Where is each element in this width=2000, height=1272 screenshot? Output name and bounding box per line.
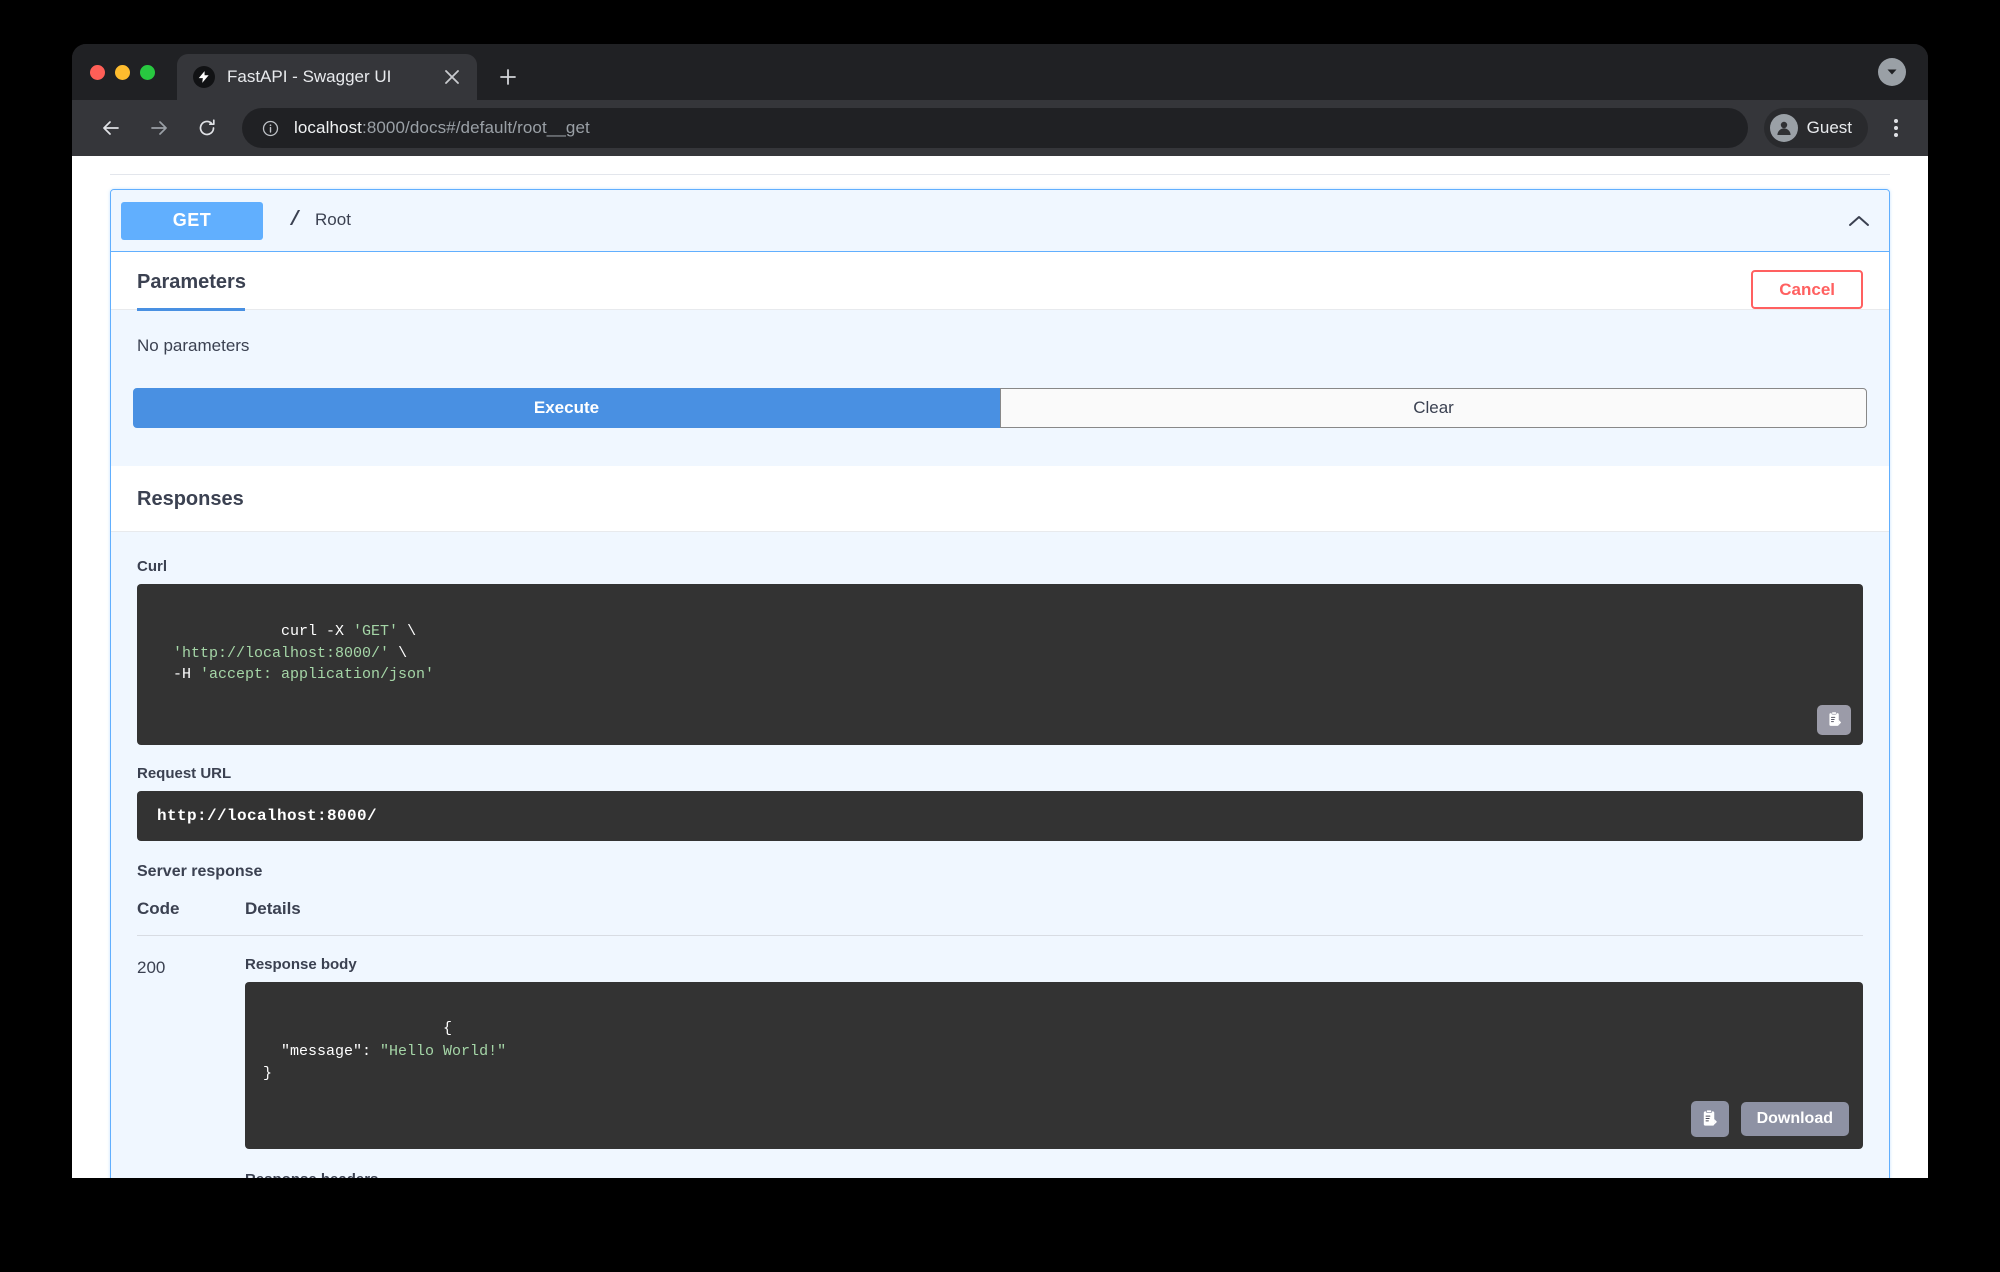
plus-icon[interactable] xyxy=(489,58,527,96)
url-host: localhost xyxy=(294,118,362,137)
curl-code-block: curl -X 'GET' \ 'http://localhost:8000/'… xyxy=(137,584,1863,745)
download-button[interactable]: Download xyxy=(1740,1101,1849,1136)
chevron-down-circle-icon[interactable] xyxy=(1878,58,1906,86)
server-response-label: Server response xyxy=(137,862,263,880)
table-row: 200 Response body { "message": "Hello Wo… xyxy=(137,936,1863,1179)
address-bar[interactable]: localhost:8000/docs#/default/root__get xyxy=(242,108,1748,148)
execute-button[interactable]: Execute xyxy=(133,388,1000,428)
response-status-code: 200 xyxy=(137,957,166,977)
browser-toolbar: localhost:8000/docs#/default/root__get G… xyxy=(72,100,1928,156)
operation-path: / Root xyxy=(289,209,1841,232)
page-top-divider xyxy=(110,174,1890,175)
swagger-content: GET / Root Parameters Cancel No paramete… xyxy=(72,189,1928,1178)
curl-label: Curl xyxy=(137,558,167,575)
request-url-value: http://localhost:8000/ xyxy=(137,790,1863,841)
back-arrow-icon[interactable] xyxy=(90,107,132,149)
table-header-row: Code Details xyxy=(137,899,1863,936)
fastapi-bolt-icon xyxy=(193,66,215,88)
responses-title-row: Responses xyxy=(111,466,1889,532)
responses-body: Curl curl -X 'GET' \ 'http://localhost:8… xyxy=(111,532,1889,1178)
profile-name: Guest xyxy=(1806,118,1852,137)
info-circle-icon[interactable] xyxy=(260,118,280,138)
page-viewport: GET / Root Parameters Cancel No paramete… xyxy=(72,156,1928,1178)
response-body-block: { "message": "Hello World!" } Download xyxy=(245,981,1863,1149)
response-body-label: Response body xyxy=(245,955,357,973)
clear-button[interactable]: Clear xyxy=(1000,388,1867,428)
forward-arrow-icon[interactable] xyxy=(138,107,180,149)
no-parameters-text: No parameters xyxy=(137,336,250,355)
response-headers-label: Response headers xyxy=(245,1171,1863,1179)
parameters-header: Parameters Cancel xyxy=(111,252,1889,311)
chevron-up-icon[interactable] xyxy=(1841,203,1877,239)
operation-summary-row[interactable]: GET / Root xyxy=(111,190,1889,252)
operation-body: Parameters Cancel No parameters Execute … xyxy=(111,252,1889,466)
browser-tab[interactable]: FastAPI - Swagger UI xyxy=(177,54,477,100)
http-method-badge: GET xyxy=(121,201,263,240)
execute-clear-row: Execute Clear xyxy=(111,388,1889,466)
copy-clipboard-icon[interactable] xyxy=(1817,704,1851,735)
address-bar-url: localhost:8000/docs#/default/root__get xyxy=(294,118,590,138)
url-path: :8000/docs#/default/root__get xyxy=(362,118,590,137)
operation-summary-text: Root xyxy=(315,210,351,229)
browser-window: FastAPI - Swagger UI localhost:8000/docs… xyxy=(72,44,1928,1178)
parameters-tab-underline xyxy=(137,308,245,311)
response-body-actions: Download xyxy=(1690,1100,1849,1137)
parameters-tab[interactable]: Parameters xyxy=(137,271,246,308)
maximize-window-button[interactable] xyxy=(140,64,155,80)
tabstrip-right-controls xyxy=(1878,58,1906,86)
column-header-code: Code xyxy=(137,898,180,918)
curl-code-text: curl -X 'GET' \ 'http://localhost:8000/'… xyxy=(173,622,435,684)
profile-chip[interactable]: Guest xyxy=(1763,108,1868,148)
minimize-window-button[interactable] xyxy=(115,64,130,80)
responses-section: Responses Curl curl -X 'GET' \ 'http://l… xyxy=(111,466,1889,1178)
window-traffic-lights xyxy=(90,44,155,100)
responses-heading: Responses xyxy=(137,488,244,510)
close-window-button[interactable] xyxy=(90,64,105,80)
operation-path-text: / xyxy=(289,209,302,232)
server-response-table: Code Details 200 Response body { "messag… xyxy=(137,899,1863,1179)
browser-tabstrip: FastAPI - Swagger UI xyxy=(72,44,1928,100)
kebab-menu-icon[interactable] xyxy=(1878,110,1914,146)
account-circle-icon xyxy=(1769,114,1798,142)
request-url-label: Request URL xyxy=(137,764,232,782)
parameters-body: No parameters xyxy=(111,310,1889,388)
tab-title: FastAPI - Swagger UI xyxy=(227,67,392,86)
close-icon[interactable] xyxy=(439,64,465,90)
cancel-button[interactable]: Cancel xyxy=(1751,270,1863,309)
operation-block-get-root: GET / Root Parameters Cancel No paramete… xyxy=(110,189,1890,1178)
copy-clipboard-icon[interactable] xyxy=(1690,1100,1729,1137)
column-header-details: Details xyxy=(245,898,301,918)
response-body-text: { "message": "Hello World!" } xyxy=(263,1020,507,1082)
reload-icon[interactable] xyxy=(186,107,228,149)
response-details-cell: Response body { "message": "Hello World!… xyxy=(245,955,1863,1179)
